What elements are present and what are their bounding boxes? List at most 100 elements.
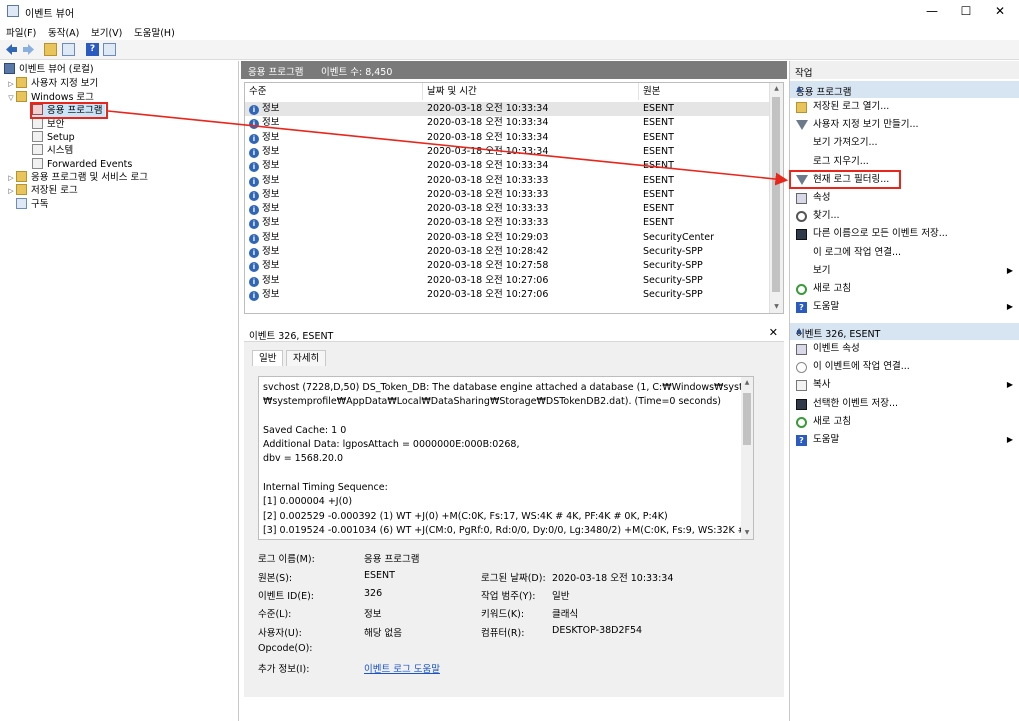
scroll-down-icon[interactable]: ▼ xyxy=(770,301,783,313)
expand-icon[interactable]: ▷ xyxy=(6,184,16,198)
tree-log-forwarded-events[interactable]: Forwarded Events xyxy=(32,158,132,172)
level-cell: i 정보 xyxy=(249,231,279,245)
actions-section-event[interactable]: 이벤트 326, ESENT ▲ xyxy=(790,323,1019,340)
close-button[interactable]: ✕ xyxy=(983,0,1017,22)
action-item[interactable]: 복사 ▶ xyxy=(790,376,1019,394)
action-item[interactable]: 저장된 로그 열기... xyxy=(790,98,1019,116)
show-hide-actions-icon[interactable] xyxy=(103,43,116,56)
table-row[interactable]: i 정보 2020-03-18 오전 10:33:33 ESENT xyxy=(245,174,771,188)
tree-root[interactable]: 이벤트 뷰어 (로컬) xyxy=(4,63,94,77)
submenu-arrow-icon: ▶ xyxy=(1006,380,1013,390)
table-row[interactable]: i 정보 2020-03-18 오전 10:33:33 ESENT xyxy=(245,202,771,216)
scroll-thumb[interactable] xyxy=(743,393,751,445)
information-icon: i xyxy=(249,119,259,130)
table-row[interactable]: i 정보 2020-03-18 오전 10:33:34 ESENT xyxy=(245,145,771,159)
menu-file[interactable]: 파일(F) xyxy=(6,25,36,39)
event-log-help-link[interactable]: 이벤트 로그 도움말 xyxy=(364,661,440,675)
action-item[interactable]: 이 이벤트에 작업 연결... xyxy=(790,358,1019,376)
column-header-source[interactable]: 원본 xyxy=(639,83,771,100)
table-row[interactable]: i 정보 2020-03-18 오전 10:33:33 ESENT xyxy=(245,188,771,202)
folder-icon xyxy=(16,171,27,182)
table-row[interactable]: i 정보 2020-03-18 오전 10:28:42 Security-SPP xyxy=(245,245,771,259)
tab-details[interactable]: 자세히 xyxy=(286,350,327,366)
description-scrollbar[interactable]: ▲ ▼ xyxy=(741,377,753,539)
action-item[interactable]: ? 도움말 ▶ xyxy=(790,298,1019,316)
folder-icon xyxy=(16,184,27,195)
log-icon xyxy=(32,158,43,169)
prop-user: 해당 없음 xyxy=(364,628,402,639)
datetime-cell: 2020-03-18 오전 10:28:42 xyxy=(427,246,549,257)
table-row[interactable]: i 정보 2020-03-18 오전 10:27:58 Security-SPP xyxy=(245,259,771,273)
tree-custom-views[interactable]: ▷ 사용자 지정 보기 xyxy=(6,77,98,91)
expand-icon[interactable]: ▷ xyxy=(6,77,16,91)
refresh-icon xyxy=(796,284,807,295)
show-hide-tree-icon[interactable] xyxy=(62,43,75,56)
collapse-up-icon[interactable]: ▲ xyxy=(796,326,1014,335)
tree-log-setup[interactable]: Setup xyxy=(32,131,75,145)
menu-help[interactable]: 도움말(H) xyxy=(134,25,175,39)
table-row[interactable]: i 정보 2020-03-18 오전 10:33:34 ESENT xyxy=(245,102,771,117)
action-item[interactable]: 다른 이름으로 모든 이벤트 저장... xyxy=(790,225,1019,243)
table-row[interactable]: i 정보 2020-03-18 오전 10:33:34 ESENT xyxy=(245,116,771,130)
action-item[interactable]: 이벤트 속성 xyxy=(790,340,1019,358)
tree-subscriptions[interactable]: 구독 xyxy=(16,198,48,212)
tree-log-system[interactable]: 시스템 xyxy=(32,144,73,158)
scroll-thumb[interactable] xyxy=(772,97,780,292)
menu-view[interactable]: 보기(V) xyxy=(91,25,122,39)
tree-log-security[interactable]: 보안 xyxy=(32,118,64,132)
table-row[interactable]: i 정보 2020-03-18 오전 10:33:34 ESENT xyxy=(245,131,771,145)
information-icon: i xyxy=(249,105,259,115)
table-row[interactable]: i 정보 2020-03-18 오전 10:27:06 Security-SPP xyxy=(245,274,771,288)
action-item[interactable]: 사용자 지정 보기 만들기... xyxy=(790,116,1019,134)
actions-section-log[interactable]: 응용 프로그램 ▲ xyxy=(790,81,1019,98)
maximize-button[interactable]: ☐ xyxy=(949,0,983,22)
table-row[interactable]: i 정보 2020-03-18 오전 10:27:06 Security-SPP xyxy=(245,288,771,302)
event-list-scrollbar[interactable]: ▲ ▼ xyxy=(769,83,783,313)
action-item[interactable]: 보기 가져오기... xyxy=(790,134,1019,152)
help-icon[interactable]: ? xyxy=(86,43,99,56)
scroll-up-icon[interactable]: ▲ xyxy=(770,83,783,95)
table-row[interactable]: i 정보 2020-03-18 오전 10:33:34 ESENT xyxy=(245,159,771,173)
tree-app-service-logs[interactable]: ▷ 응용 프로그램 및 서비스 로그 xyxy=(6,171,148,185)
prop-task: 일반 xyxy=(552,591,570,602)
column-header-datetime[interactable]: 날짜 및 시간 xyxy=(423,83,639,100)
scroll-up-icon[interactable]: ▲ xyxy=(741,377,753,389)
detail-close-icon[interactable]: ✕ xyxy=(769,326,778,339)
tab-general[interactable]: 일반 xyxy=(252,350,284,366)
action-item[interactable]: 찾기... xyxy=(790,207,1019,225)
table-row[interactable]: i 정보 2020-03-18 오전 10:33:33 ESENT xyxy=(245,216,771,230)
minimize-button[interactable]: — xyxy=(915,0,949,22)
back-icon[interactable] xyxy=(5,43,18,56)
column-header-level[interactable]: 수준 xyxy=(245,83,423,100)
action-item[interactable]: 이 로그에 작업 연결... xyxy=(790,244,1019,262)
action-item[interactable]: ? 도움말 ▶ xyxy=(790,431,1019,449)
action-item[interactable]: 보기 ▶ xyxy=(790,262,1019,280)
event-count: 이벤트 수: 8,450 xyxy=(321,67,393,78)
information-icon: i xyxy=(249,290,259,301)
actions-title: 작업 xyxy=(790,61,1019,79)
action-item[interactable]: 새로 고침 xyxy=(790,280,1019,298)
information-icon: i xyxy=(249,248,259,258)
action-item[interactable]: 새로 고침 xyxy=(790,413,1019,431)
table-row[interactable]: i 정보 2020-03-18 오전 10:29:03 SecurityCenter xyxy=(245,231,771,245)
forward-icon[interactable] xyxy=(22,43,35,56)
prop-label-computer: 컴퓨터(R): xyxy=(481,628,525,639)
datetime-cell: 2020-03-18 오전 10:33:34 xyxy=(427,117,549,129)
action-item[interactable]: 속성 xyxy=(790,189,1019,207)
level-cell: i 정보 xyxy=(249,131,279,145)
action-item[interactable]: 로그 지우기... xyxy=(790,153,1019,171)
expand-icon[interactable]: ▷ xyxy=(6,171,16,185)
help-icon: ? xyxy=(796,435,807,446)
collapse-icon[interactable]: ▽ xyxy=(6,91,16,105)
collapse-up-icon[interactable]: ▲ xyxy=(796,84,1014,93)
action-item[interactable]: 선택한 이벤트 저장... xyxy=(790,395,1019,413)
menu-action[interactable]: 동작(A) xyxy=(48,25,79,39)
copy-icon xyxy=(796,380,807,392)
prop-keywords: 클래식 xyxy=(552,609,579,620)
tree-saved-logs[interactable]: ▷ 저장된 로그 xyxy=(6,184,78,198)
information-icon: i xyxy=(249,133,259,144)
scroll-down-icon[interactable]: ▼ xyxy=(741,527,753,539)
event-detail-title: 이벤트 326, ESENT xyxy=(249,331,334,342)
window-title: 이벤트 뷰어 xyxy=(25,9,75,20)
up-folder-icon[interactable] xyxy=(44,43,57,56)
